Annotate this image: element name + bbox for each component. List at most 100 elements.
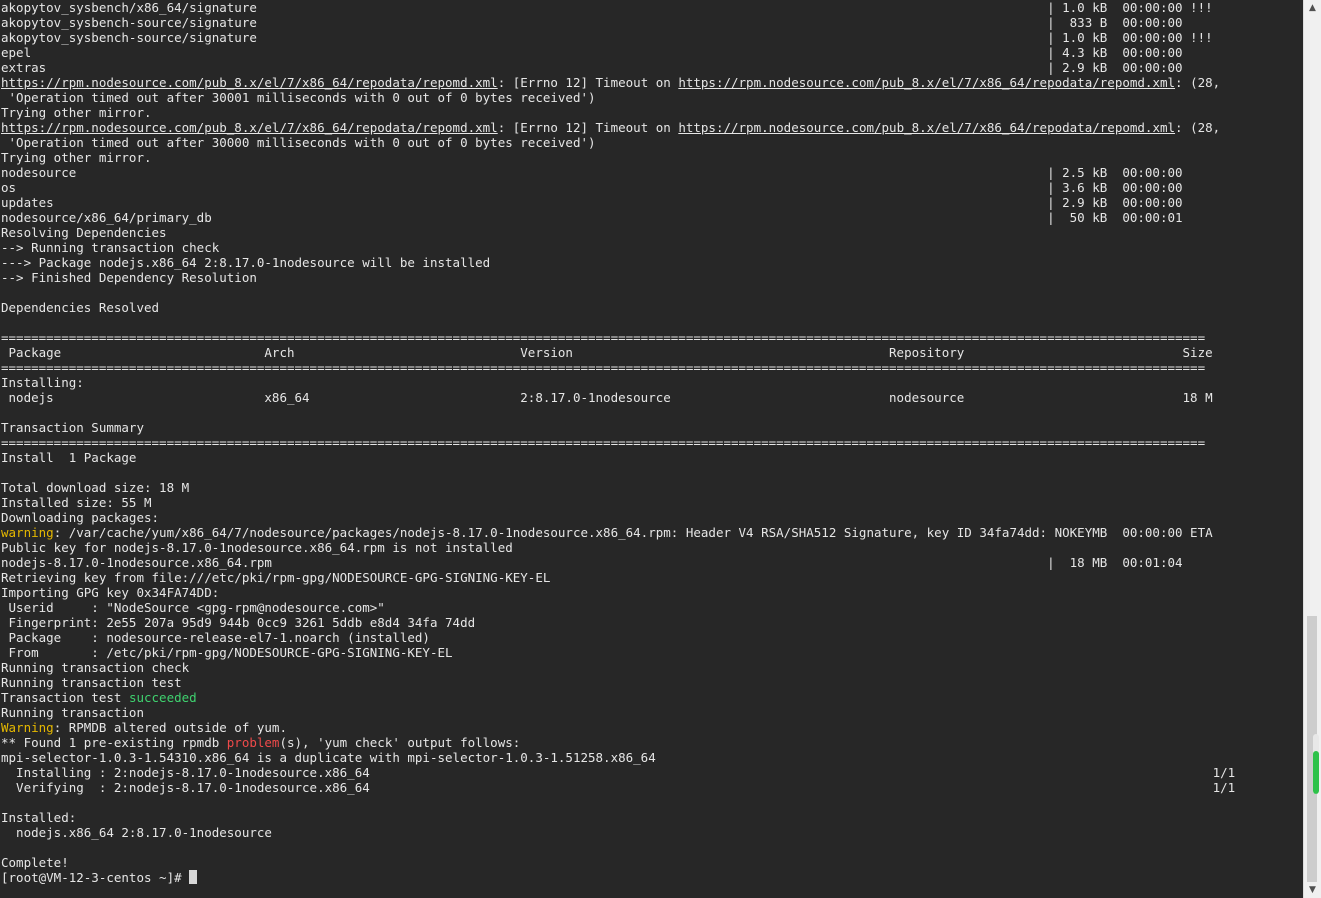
terminal-text: akopytov_sysbench-source/signature | 833…: [1, 15, 1183, 30]
terminal-text: Transaction test: [1, 690, 129, 705]
terminal-text: Complete!: [1, 855, 69, 870]
terminal-line: ========================================…: [1, 435, 1303, 450]
terminal-text: Verifying : 2:nodejs-8.17.0-1nodesource.…: [1, 780, 1236, 795]
terminal-text: akopytov_sysbench/x86_64/signature | 1.0…: [1, 0, 1213, 15]
terminal-line: Package : nodesource-release-el7-1.noarc…: [1, 630, 1303, 645]
terminal-text: From : /etc/pki/rpm-gpg/NODESOURCE-GPG-S…: [1, 645, 453, 660]
terminal-text: ========================================…: [1, 435, 1206, 450]
terminal-line: ---> Package nodejs.x86_64 2:8.17.0-1nod…: [1, 255, 1303, 270]
terminal-line: Userid : "NodeSource <gpg-rpm@nodesource…: [1, 600, 1303, 615]
terminal-text: --> Running transaction check: [1, 240, 220, 255]
terminal-text: Installed size: 55 M: [1, 495, 152, 510]
terminal-text: updates | 2.9 kB 00:00:00: [1, 195, 1183, 210]
terminal-text: nodesource/x86_64/primary_db | 50 kB 00:…: [1, 210, 1183, 225]
terminal-line: Installing:: [1, 375, 1303, 390]
terminal-line: extras | 2.9 kB 00:00:00: [1, 60, 1303, 75]
terminal-text: Trying other mirror.: [1, 150, 152, 165]
terminal-text: Running transaction test: [1, 675, 182, 690]
terminal-line: nodejs x86_64 2:8.17.0-1nodesource nodes…: [1, 390, 1303, 405]
terminal-line: Verifying : 2:nodejs-8.17.0-1nodesource.…: [1, 780, 1303, 795]
scrollbar[interactable]: ▲ ▼: [1303, 0, 1321, 898]
terminal-text: Package : nodesource-release-el7-1.noarc…: [1, 630, 430, 645]
terminal-line: --> Finished Dependency Resolution: [1, 270, 1303, 285]
terminal-text: Package Arch Version Repository Size: [1, 345, 1213, 360]
terminal-text: Importing GPG key 0x34FA74DD:: [1, 585, 220, 600]
terminal-line: os | 3.6 kB 00:00:00: [1, 180, 1303, 195]
terminal-text: epel | 4.3 kB 00:00:00: [1, 45, 1183, 60]
terminal-line: akopytov_sysbench-source/signature | 833…: [1, 15, 1303, 30]
terminal-line: Transaction test succeeded: [1, 690, 1303, 705]
terminal-line: Total download size: 18 M: [1, 480, 1303, 495]
terminal-window[interactable]: akopytov_sysbench/x86_64/signature | 1.0…: [0, 0, 1303, 898]
terminal-line: warning: /var/cache/yum/x86_64/7/nodesou…: [1, 525, 1303, 540]
terminal-link[interactable]: https://rpm.nodesource.com/pub_8.x/el/7/…: [1, 120, 498, 135]
shell-prompt: [root@VM-12-3-centos ~]#: [1, 870, 190, 885]
terminal-text: Fingerprint: 2e55 207a 95d9 944b 0cc9 32…: [1, 615, 476, 630]
terminal-line: Importing GPG key 0x34FA74DD:: [1, 585, 1303, 600]
terminal-line: updates | 2.9 kB 00:00:00: [1, 195, 1303, 210]
terminal-line: epel | 4.3 kB 00:00:00: [1, 45, 1303, 60]
terminal-text: Installing:: [1, 375, 84, 390]
terminal-text: Running transaction: [1, 705, 144, 720]
terminal-text: Transaction Summary: [1, 420, 144, 435]
terminal-line: https://rpm.nodesource.com/pub_8.x/el/7/…: [1, 75, 1303, 90]
terminal-line: Installed size: 55 M: [1, 495, 1303, 510]
terminal-line: Retrieving key from file:///etc/pki/rpm-…: [1, 570, 1303, 585]
terminal-text: : /var/cache/yum/x86_64/7/nodesource/pac…: [53, 525, 1213, 540]
terminal-text: ---> Package nodejs.x86_64 2:8.17.0-1nod…: [1, 255, 491, 270]
terminal-text: 'Operation timed out after 30001 millise…: [1, 90, 596, 105]
terminal-line: Trying other mirror.: [1, 105, 1303, 120]
terminal-line: Dependencies Resolved: [1, 300, 1303, 315]
scroll-down-icon[interactable]: ▼: [1304, 882, 1321, 898]
terminal-line: Warning: RPMDB altered outside of yum.: [1, 720, 1303, 735]
scroll-up-icon[interactable]: ▲: [1304, 0, 1321, 16]
terminal-line: --> Running transaction check: [1, 240, 1303, 255]
terminal-line: Complete!: [1, 855, 1303, 870]
terminal-text: Running transaction check: [1, 660, 190, 675]
terminal-text: ========================================…: [1, 330, 1206, 345]
terminal-text: Public key for nodejs-8.17.0-1nodesource…: [1, 540, 513, 555]
terminal-line: Trying other mirror.: [1, 150, 1303, 165]
terminal-text: : [Errno 12] Timeout on: [497, 75, 679, 90]
terminal-link[interactable]: https://rpm.nodesource.com/pub_8.x/el/7/…: [678, 120, 1175, 135]
terminal-text: nodejs x86_64 2:8.17.0-1nodesource nodes…: [1, 390, 1213, 405]
terminal-link[interactable]: https://rpm.nodesource.com/pub_8.x/el/7/…: [1, 75, 498, 90]
terminal-text: Downloading packages:: [1, 510, 160, 525]
terminal-line: Public key for nodejs-8.17.0-1nodesource…: [1, 540, 1303, 555]
terminal-output: akopytov_sysbench/x86_64/signature | 1.0…: [1, 0, 1303, 885]
terminal-text: (s), 'yum check' output follows:: [279, 735, 521, 750]
terminal-line: akopytov_sysbench-source/signature | 1.0…: [1, 30, 1303, 45]
terminal-line: Package Arch Version Repository Size: [1, 345, 1303, 360]
terminal-text: succeeded: [128, 690, 197, 705]
terminal-link[interactable]: https://rpm.nodesource.com/pub_8.x/el/7/…: [678, 75, 1175, 90]
terminal-text: Total download size: 18 M: [1, 480, 190, 495]
terminal-line: akopytov_sysbench/x86_64/signature | 1.0…: [1, 0, 1303, 15]
terminal-line: nodesource/x86_64/primary_db | 50 kB 00:…: [1, 210, 1303, 225]
terminal-line: Running transaction: [1, 705, 1303, 720]
terminal-text: os | 3.6 kB 00:00:00: [1, 180, 1183, 195]
terminal-text: : RPMDB altered outside of yum.: [53, 720, 287, 735]
terminal-text: nodesource | 2.5 kB 00:00:00: [1, 165, 1183, 180]
terminal-text: Installing : 2:nodejs-8.17.0-1nodesource…: [1, 765, 1236, 780]
terminal-text: : (28,: [1175, 120, 1221, 135]
terminal-text: ** Found 1 pre-existing rpmdb: [1, 735, 227, 750]
terminal-line: ========================================…: [1, 330, 1303, 345]
terminal-text: Trying other mirror.: [1, 105, 152, 120]
terminal-text: nodejs-8.17.0-1nodesource.x86_64.rpm | 1…: [1, 555, 1183, 570]
terminal-text: Install 1 Package: [1, 450, 137, 465]
terminal-text: : (28,: [1175, 75, 1221, 90]
terminal-line: Resolving Dependencies: [1, 225, 1303, 240]
terminal-text: Installed:: [1, 810, 77, 825]
terminal-line: Running transaction check: [1, 660, 1303, 675]
terminal-line: nodejs-8.17.0-1nodesource.x86_64.rpm | 1…: [1, 555, 1303, 570]
text-cursor: [189, 870, 198, 884]
terminal-line: From : /etc/pki/rpm-gpg/NODESOURCE-GPG-S…: [1, 645, 1303, 660]
prompt-line[interactable]: [root@VM-12-3-centos ~]#: [1, 870, 1303, 885]
terminal-text: ========================================…: [1, 360, 1206, 375]
terminal-line: nodesource | 2.5 kB 00:00:00: [1, 165, 1303, 180]
terminal-text: 'Operation timed out after 30000 millise…: [1, 135, 596, 150]
